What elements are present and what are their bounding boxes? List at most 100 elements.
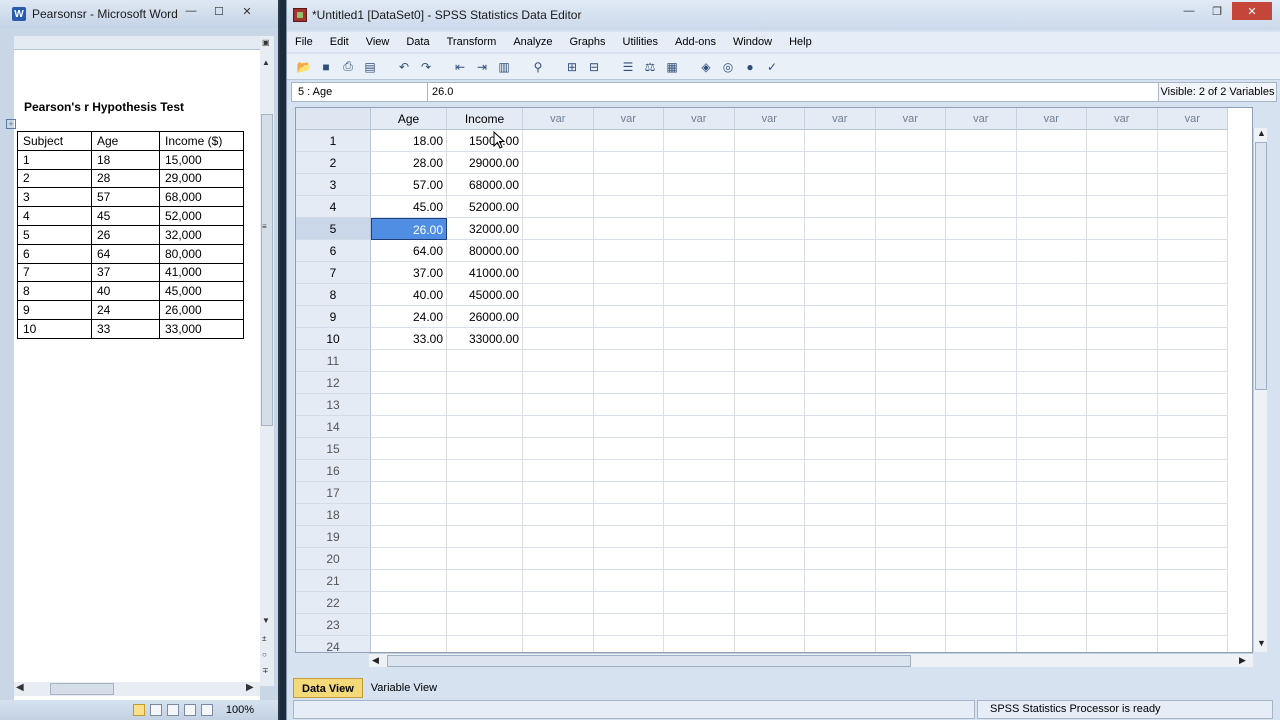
grid-cell[interactable]: 32000.00 bbox=[447, 218, 523, 240]
grid-cell[interactable] bbox=[805, 482, 876, 504]
table-move-handle-icon[interactable]: + bbox=[6, 119, 16, 129]
tab-variable-view[interactable]: Variable View bbox=[363, 678, 445, 698]
grid-cell[interactable] bbox=[805, 438, 876, 460]
grid-cell[interactable] bbox=[593, 284, 664, 306]
menu-data[interactable]: Data bbox=[406, 36, 429, 48]
grid-cell[interactable] bbox=[805, 196, 876, 218]
grid-cell[interactable] bbox=[1157, 592, 1228, 614]
save-icon[interactable]: ■ bbox=[317, 58, 335, 76]
grid-cell[interactable] bbox=[593, 570, 664, 592]
grid-cell[interactable] bbox=[734, 240, 805, 262]
grid-cell[interactable]: 26000.00 bbox=[447, 306, 523, 328]
grid-cell[interactable] bbox=[734, 504, 805, 526]
grid-cell[interactable] bbox=[875, 526, 946, 548]
grid-cell[interactable] bbox=[875, 614, 946, 636]
menu-utilities[interactable]: Utilities bbox=[623, 36, 658, 48]
grid-cell[interactable] bbox=[664, 372, 735, 394]
grid-cell[interactable] bbox=[523, 328, 594, 350]
word-ruler[interactable] bbox=[14, 36, 260, 50]
row-header[interactable]: 10 bbox=[296, 328, 371, 350]
grid-cell[interactable] bbox=[734, 130, 805, 152]
menu-help[interactable]: Help bbox=[789, 36, 812, 48]
print-icon[interactable]: ⎙ bbox=[339, 58, 357, 76]
grid-cell[interactable]: 33.00 bbox=[371, 328, 447, 350]
grid-cell[interactable] bbox=[664, 548, 735, 570]
grid-cell[interactable]: 40.00 bbox=[371, 284, 447, 306]
grid-cell[interactable] bbox=[523, 548, 594, 570]
find-icon[interactable]: ⚲ bbox=[529, 58, 547, 76]
grid-cell[interactable] bbox=[664, 240, 735, 262]
grid-cell[interactable] bbox=[875, 438, 946, 460]
select-cases-icon[interactable]: ▦ bbox=[663, 58, 681, 76]
grid-cell[interactable] bbox=[1157, 482, 1228, 504]
grid-cell[interactable]: 52000.00 bbox=[447, 196, 523, 218]
table-cell[interactable]: 6 bbox=[17, 243, 92, 264]
zoom-level[interactable]: 100% bbox=[226, 704, 254, 716]
column-header-age[interactable]: Age bbox=[371, 108, 447, 130]
table-cell[interactable]: 15,000 bbox=[159, 149, 244, 170]
grid-cell[interactable] bbox=[371, 350, 447, 372]
column-header-var[interactable]: var bbox=[805, 108, 876, 130]
grid-cell[interactable] bbox=[1157, 438, 1228, 460]
grid-cell[interactable] bbox=[371, 504, 447, 526]
grid-cell[interactable]: 26.00 bbox=[371, 218, 447, 240]
grid-cell[interactable] bbox=[1087, 152, 1158, 174]
grid-cell[interactable] bbox=[875, 548, 946, 570]
grid-cell[interactable] bbox=[734, 284, 805, 306]
grid-cell[interactable] bbox=[1087, 504, 1158, 526]
grid-cell[interactable] bbox=[593, 372, 664, 394]
grid-cell[interactable] bbox=[805, 328, 876, 350]
grid-cell[interactable] bbox=[1087, 614, 1158, 636]
grid-cell[interactable] bbox=[664, 570, 735, 592]
table-cell[interactable]: 9 bbox=[17, 300, 92, 320]
grid-cell[interactable] bbox=[875, 174, 946, 196]
grid-cell[interactable] bbox=[371, 548, 447, 570]
word-vscroll-thumb[interactable] bbox=[261, 114, 273, 426]
grid-cell[interactable] bbox=[946, 416, 1017, 438]
grid-cell[interactable]: 45.00 bbox=[371, 196, 447, 218]
grid-cell[interactable] bbox=[593, 614, 664, 636]
grid-cell[interactable]: 15000.00 bbox=[447, 130, 523, 152]
column-header-var[interactable]: var bbox=[946, 108, 1017, 130]
minimize-icon[interactable]: — bbox=[178, 2, 204, 20]
grid-cell[interactable] bbox=[734, 570, 805, 592]
grid-cell[interactable] bbox=[1016, 262, 1087, 284]
grid-cell[interactable] bbox=[523, 130, 594, 152]
grid-cell[interactable] bbox=[875, 196, 946, 218]
grid-vertical-scrollbar[interactable]: ▲ ▼ bbox=[1253, 128, 1267, 652]
grid-cell[interactable] bbox=[447, 438, 523, 460]
grid-cell[interactable] bbox=[664, 218, 735, 240]
column-header-var[interactable]: var bbox=[1016, 108, 1087, 130]
grid-cell[interactable] bbox=[1157, 526, 1228, 548]
grid-cell[interactable] bbox=[664, 174, 735, 196]
grid-cell[interactable] bbox=[1087, 240, 1158, 262]
scroll-down-icon[interactable]: ▼ bbox=[262, 616, 270, 625]
next-page-icon[interactable]: ∓ bbox=[262, 666, 269, 675]
column-header-var[interactable]: var bbox=[664, 108, 735, 130]
grid-cell[interactable] bbox=[946, 614, 1017, 636]
grid-cell[interactable] bbox=[946, 636, 1017, 652]
maximize-icon[interactable]: ☐ bbox=[206, 2, 232, 20]
menu-transform[interactable]: Transform bbox=[447, 36, 497, 48]
grid-cell[interactable] bbox=[805, 152, 876, 174]
grid-cell[interactable] bbox=[1016, 460, 1087, 482]
grid-cell[interactable] bbox=[875, 152, 946, 174]
grid-cell[interactable] bbox=[1087, 196, 1158, 218]
table-cell[interactable]: 45 bbox=[91, 206, 160, 226]
grid-cell[interactable] bbox=[1087, 416, 1158, 438]
table-cell[interactable]: 68,000 bbox=[159, 187, 244, 208]
grid-cell[interactable] bbox=[523, 174, 594, 196]
grid-cell[interactable] bbox=[875, 504, 946, 526]
grid-cell[interactable] bbox=[1087, 570, 1158, 592]
cell-value-input[interactable]: 26.0 bbox=[428, 83, 1158, 101]
full-screen-reading-icon[interactable] bbox=[149, 704, 162, 716]
column-header-var[interactable]: var bbox=[523, 108, 594, 130]
goto-variable-icon[interactable]: ⇥ bbox=[473, 58, 491, 76]
grid-cell[interactable] bbox=[664, 482, 735, 504]
table-cell[interactable]: 7 bbox=[17, 262, 92, 283]
grid-cell[interactable] bbox=[1016, 526, 1087, 548]
grid-cell[interactable] bbox=[523, 218, 594, 240]
grid-cell[interactable] bbox=[1016, 548, 1087, 570]
grid-cell[interactable] bbox=[1157, 284, 1228, 306]
grid-cell[interactable] bbox=[523, 350, 594, 372]
